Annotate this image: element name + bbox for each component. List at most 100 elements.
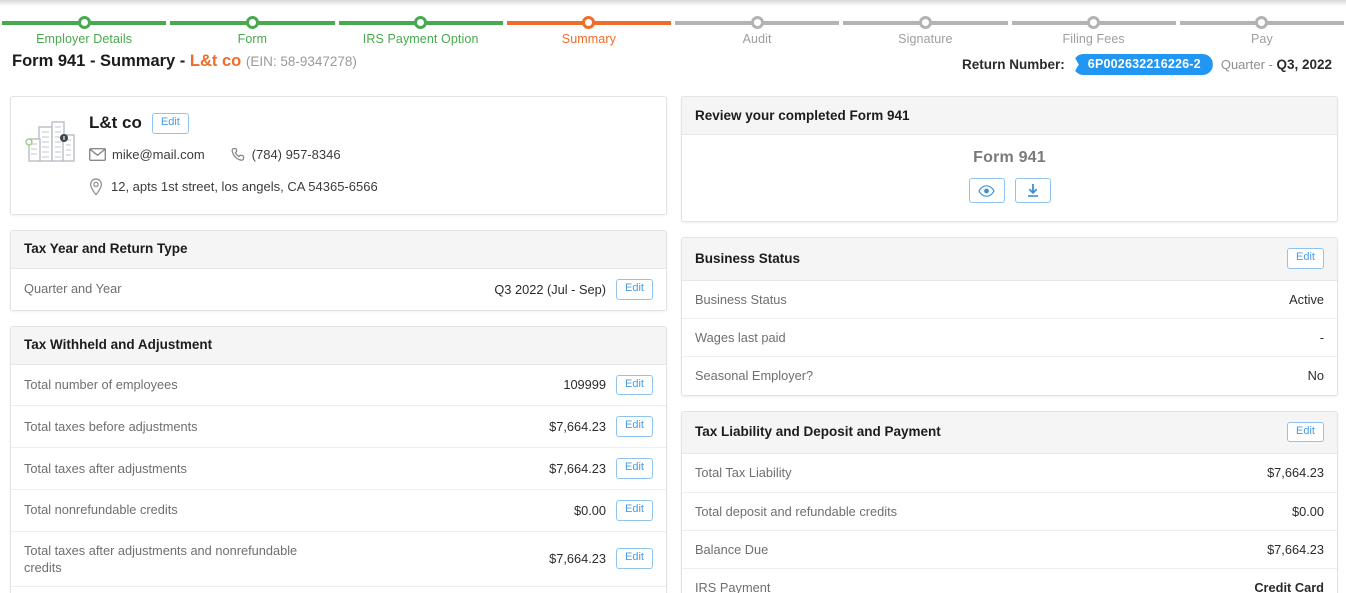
page-title: Form 941 - Summary - L&t co (EIN: 58-934… [12, 52, 357, 71]
top-shadow-strip [0, 0, 1346, 6]
left-column: L&t co Edit mike@mail.com (784) 9 [10, 96, 667, 593]
stepper-step-pay[interactable]: Pay [1178, 12, 1346, 48]
quarter-label: Quarter - [1221, 57, 1277, 72]
stepper-label: IRS Payment Option [363, 32, 479, 46]
tax-year-rows: Quarter and Year Q3 2022 (Jul - Sep) Edit [11, 269, 666, 310]
row-label: Quarter and Year [24, 280, 121, 297]
row-value-group: Q3 2022 (Jul - Sep) Edit [494, 279, 653, 300]
row-value: - [1320, 330, 1324, 345]
row-value: $0.00 [574, 503, 606, 518]
stepper-step-filing-fees[interactable]: Filing Fees [1010, 12, 1178, 48]
stepper-step-summary[interactable]: Summary [505, 12, 673, 48]
row-label: Total taxes before adjustments [24, 418, 198, 435]
row-value: $0.00 [1292, 504, 1324, 519]
row-value: Credit Card [1254, 580, 1324, 593]
tax-withheld-title: Tax Withheld and Adjustment [24, 337, 212, 352]
row-label: Total deposit and refundable credits [695, 503, 897, 520]
table-row: Quarter and Year Q3 2022 (Jul - Sep) Edit [11, 269, 666, 310]
stepper-step-employer-details[interactable]: Employer Details [0, 12, 168, 48]
map-pin-icon [89, 178, 103, 196]
edit-row-button[interactable]: Edit [616, 375, 653, 396]
tax-liability-card: Tax Liability and Deposit and Payment Ed… [681, 411, 1338, 593]
stepper-label: Signature [898, 32, 952, 46]
stepper-step-signature[interactable]: Signature [841, 12, 1009, 48]
tax-liability-rows: Total Tax Liability $7,664.23 Total deposi… [682, 454, 1337, 593]
row-label: Balance Due [695, 541, 768, 558]
edit-row-button[interactable]: Edit [616, 548, 653, 569]
table-row: Total nonrefundable credits $0.00 Edit [11, 490, 666, 532]
stepper-dot [78, 16, 91, 29]
row-label: Wages last paid [695, 329, 786, 346]
stepper-dot [582, 16, 595, 29]
edit-row-button[interactable]: Edit [616, 279, 653, 300]
stepper-step-irs-payment-option[interactable]: IRS Payment Option [337, 12, 505, 48]
review-form-name: Form 941 [682, 149, 1337, 167]
row-value-group: $7,664.23 [1267, 542, 1324, 557]
view-form-button[interactable] [969, 178, 1005, 203]
return-number-badge: 6P002632216226-2 [1073, 54, 1213, 75]
page-title-company: L&t co [190, 52, 241, 70]
row-value: $7,664.23 [1267, 465, 1324, 480]
stepper-step-audit[interactable]: Audit [673, 12, 841, 48]
stepper-label: Audit [743, 32, 772, 46]
row-label: Total nonrefundable credits [24, 501, 178, 518]
building-icon [25, 113, 81, 196]
employer-address: 12, apts 1st street, los angels, CA 5436… [89, 178, 652, 196]
download-form-button[interactable] [1015, 178, 1051, 203]
envelope-icon [89, 148, 106, 161]
review-card: Review your completed Form 941 Form 941 [681, 96, 1338, 222]
edit-employer-button[interactable]: Edit [152, 113, 189, 134]
quarter-value: Q3, 2022 [1276, 57, 1332, 72]
row-value: $7,664.23 [1267, 542, 1324, 557]
row-label: Total taxes after adjustments and nonref… [24, 542, 324, 577]
stepper-dot [1255, 16, 1268, 29]
edit-row-button[interactable]: Edit [616, 458, 653, 479]
row-value: No [1308, 368, 1324, 383]
stepper-dot [1087, 16, 1100, 29]
row-value: 109999 [563, 377, 606, 392]
stepper-dot [919, 16, 932, 29]
table-row: Total number of employees109999Edit [11, 365, 666, 407]
row-value-group: $7,664.23 Edit [549, 548, 653, 569]
table-row: Total deposit and refundable credits $0.0… [682, 493, 1337, 531]
employer-card: L&t co Edit mike@mail.com (784) 9 [10, 96, 667, 215]
stepper-step-form[interactable]: Form [168, 12, 336, 48]
return-number-label: Return Number: [962, 57, 1065, 72]
employer-name: L&t co [89, 113, 142, 133]
table-row: Total taxes before adjustments $7,664.23E… [11, 406, 666, 448]
business-status-rows: Business StatusActiveWages last paid-Sea… [682, 281, 1337, 395]
edit-business-status-button[interactable]: Edit [1287, 248, 1324, 269]
table-row: Seasonal Employer?No [682, 357, 1337, 394]
tax-withheld-card: Tax Withheld and Adjustment Total number… [10, 326, 667, 593]
eye-icon [978, 185, 995, 197]
row-value: Active [1289, 292, 1324, 307]
row-value: $7,664.23 [549, 461, 606, 476]
row-value-group: $0.00 Edit [574, 500, 653, 521]
return-number-block: Return Number: 6P002632216226-2 Quarter … [962, 54, 1332, 75]
tax-liability-header: Tax Liability and Deposit and Payment Ed… [682, 412, 1337, 455]
tax-withheld-rows: Total number of employees109999EditTotal… [11, 365, 666, 593]
row-value: $7,664.23 [549, 551, 606, 566]
review-body: Form 941 [682, 135, 1337, 221]
stepper-dot [246, 16, 259, 29]
table-row: Total Tax Liability $7,664.23 [682, 454, 1337, 492]
review-actions [682, 178, 1337, 203]
row-label: Total taxes after adjustments [24, 460, 187, 477]
table-row: Total deposits and refundable credits$0.… [11, 587, 666, 593]
row-value-group: No [1308, 368, 1324, 383]
stepper-label: Summary [562, 32, 616, 46]
right-column: Review your completed Form 941 Form 941 [681, 96, 1338, 593]
edit-tax-liability-button[interactable]: Edit [1287, 422, 1324, 443]
row-value-group: $7,664.23 Edit [549, 458, 653, 479]
edit-row-button[interactable]: Edit [616, 500, 653, 521]
tax-year-title: Tax Year and Return Type [24, 241, 188, 256]
edit-row-button[interactable]: Edit [616, 416, 653, 437]
page-title-ein: (EIN: 58-9347278) [246, 54, 357, 69]
row-label: Total Tax Liability [695, 464, 792, 481]
business-status-title: Business Status [695, 251, 800, 266]
row-value: Q3 2022 (Jul - Sep) [494, 282, 606, 297]
table-row: IRS PaymentCredit Card [682, 569, 1337, 593]
employer-address-text: 12, apts 1st street, los angels, CA 5436… [111, 179, 378, 194]
business-status-header: Business Status Edit [682, 238, 1337, 281]
row-value-group: $7,664.23Edit [549, 416, 653, 437]
